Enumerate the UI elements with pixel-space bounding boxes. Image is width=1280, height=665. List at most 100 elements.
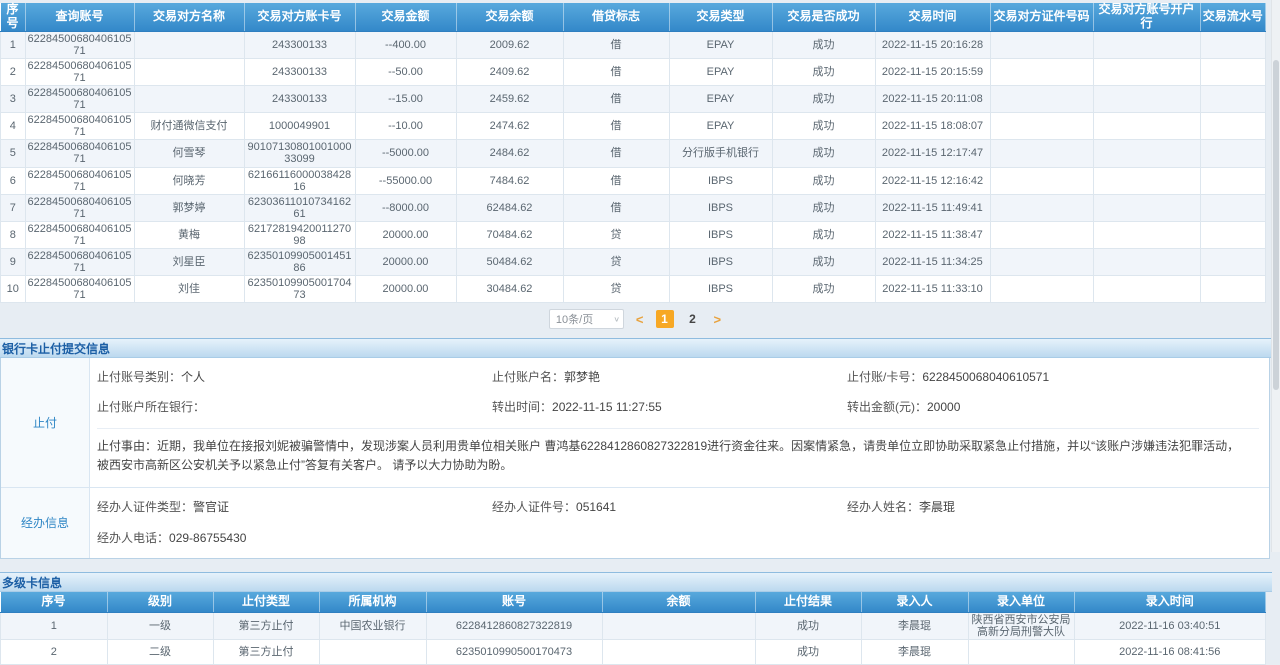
table-row: 46228450068040610571财付通微信支付1000049901--1… <box>1 113 1266 140</box>
table-cell: 借 <box>563 31 669 58</box>
table-cell: 243300133 <box>244 31 355 58</box>
table-cell: 6230361101073416261 <box>244 194 355 221</box>
agent-info-row: 经办信息 经办人证件类型：警官证 经办人证件号：051641 经办人姓名：李晨琨… <box>1 487 1269 558</box>
column-header: 交易对方名称 <box>134 3 244 31</box>
table-cell: 6216611600003842816 <box>244 167 355 194</box>
table-cell: 刘佳 <box>134 276 244 303</box>
table-cell: 成功 <box>772 31 875 58</box>
table-cell: 6228450068040610571 <box>25 140 134 167</box>
table-cell <box>1200 194 1266 221</box>
table-cell: 6228412860827322819 <box>426 612 602 639</box>
agent-info-content: 经办人证件类型：警官证 经办人证件号：051641 经办人姓名：李晨琨 经办人电… <box>90 488 1269 558</box>
table-cell <box>1200 249 1266 276</box>
transactions-table: 序号查询账号交易对方名称交易对方账卡号交易金额交易余额借贷标志交易类型交易是否成… <box>0 3 1266 303</box>
table-cell: 中国农业银行 <box>319 612 426 639</box>
table-cell: 成功 <box>772 113 875 140</box>
table-cell: 成功 <box>772 140 875 167</box>
table-cell <box>1200 140 1266 167</box>
column-header: 级别 <box>107 592 213 613</box>
page-button-1[interactable]: 1 <box>656 310 674 328</box>
table-cell: 2409.62 <box>456 58 563 85</box>
table-cell <box>1200 276 1266 303</box>
column-header: 查询账号 <box>25 3 134 31</box>
table-cell: 20000.00 <box>355 249 456 276</box>
page: 序号查询账号交易对方名称交易对方账卡号交易金额交易余额借贷标志交易类型交易是否成… <box>0 0 1272 665</box>
table-cell: 30484.62 <box>456 276 563 303</box>
column-header: 账号 <box>426 592 602 613</box>
page-size-select[interactable]: 10条/页 ∨ <box>549 309 624 329</box>
table-cell: IBPS <box>669 167 772 194</box>
transactions-header-row: 序号查询账号交易对方名称交易对方账卡号交易金额交易余额借贷标志交易类型交易是否成… <box>1 3 1266 31</box>
field-transfer-time: 转出时间：2022-11-15 11:27:55 <box>492 398 847 415</box>
column-header: 交易金额 <box>355 3 456 31</box>
vertical-scrollbar[interactable] <box>1271 0 1280 552</box>
table-cell: 1 <box>1 612 108 639</box>
field-cert-no: 经办人证件号：051641 <box>492 498 847 515</box>
column-header: 交易余额 <box>456 3 563 31</box>
table-cell: 2022-11-15 12:17:47 <box>875 140 990 167</box>
table-cell <box>990 249 1093 276</box>
table-cell: EPAY <box>669 31 772 58</box>
table-cell: 借 <box>563 113 669 140</box>
table-cell <box>990 194 1093 221</box>
next-page-button[interactable]: > <box>712 312 724 327</box>
table-cell: 2022-11-15 18:08:07 <box>875 113 990 140</box>
table-cell: 6228450068040610571 <box>25 194 134 221</box>
table-cell: --50.00 <box>355 58 456 85</box>
table-cell: 黄梅 <box>134 221 244 248</box>
table-cell: 成功 <box>772 221 875 248</box>
table-cell: 第三方止付 <box>213 612 319 639</box>
table-cell: 2022-11-15 11:34:25 <box>875 249 990 276</box>
table-cell: 贷 <box>563 221 669 248</box>
scrollbar-thumb[interactable] <box>1273 60 1279 390</box>
table-cell: IBPS <box>669 249 772 276</box>
table-cell: 借 <box>563 85 669 112</box>
table-cell: 243300133 <box>244 85 355 112</box>
field-account-type: 止付账号类别：个人 <box>97 368 492 385</box>
table-cell <box>1200 58 1266 85</box>
table-cell: 6235010990500145186 <box>244 249 355 276</box>
table-cell: 50484.62 <box>456 249 563 276</box>
table-cell: 2474.62 <box>456 113 563 140</box>
table-cell: 2022-11-15 11:33:10 <box>875 276 990 303</box>
table-row: 36228450068040610571243300133--15.002459… <box>1 85 1266 112</box>
table-cell: 6235010990500170473 <box>426 639 602 664</box>
table-cell: 财付通微信支付 <box>134 113 244 140</box>
table-cell: 郭梦婷 <box>134 194 244 221</box>
prev-page-button[interactable]: < <box>634 312 646 327</box>
table-cell: 6228450068040610571 <box>25 85 134 112</box>
table-row: 76228450068040610571郭梦婷62303611010734162… <box>1 194 1266 221</box>
table-cell: 成功 <box>772 249 875 276</box>
column-header: 录入人 <box>861 592 968 613</box>
table-cell: 借 <box>563 58 669 85</box>
table-cell: 2022-11-15 20:16:28 <box>875 31 990 58</box>
table-cell <box>134 31 244 58</box>
table-cell <box>134 58 244 85</box>
table-cell: 2022-11-16 08:41:56 <box>1074 639 1266 664</box>
table-row: 2二级第三方止付6235010990500170473成功李晨琨2022-11-… <box>1 639 1266 664</box>
table-cell: 6228450068040610571 <box>25 31 134 58</box>
table-cell: 9 <box>1 249 26 276</box>
table-cell: 70484.62 <box>456 221 563 248</box>
table-cell: 二级 <box>107 639 213 664</box>
table-cell: 20000.00 <box>355 221 456 248</box>
column-header: 序号 <box>1 592 108 613</box>
table-cell: 借 <box>563 140 669 167</box>
table-cell: --400.00 <box>355 31 456 58</box>
table-cell: 2022-11-16 03:40:51 <box>1074 612 1266 639</box>
table-cell: IBPS <box>669 194 772 221</box>
table-cell <box>990 85 1093 112</box>
table-cell: 6228450068040610571 <box>25 249 134 276</box>
field-account-name: 止付账户名：郭梦艳 <box>492 368 847 385</box>
chevron-down-icon: ∨ <box>613 315 620 324</box>
table-cell <box>1093 276 1200 303</box>
table-cell <box>990 58 1093 85</box>
table-cell: 2022-11-15 11:49:41 <box>875 194 990 221</box>
page-button-2[interactable]: 2 <box>684 310 702 328</box>
field-agent-name: 经办人姓名：李晨琨 <box>847 498 1259 515</box>
table-cell: 7 <box>1 194 26 221</box>
table-row: 26228450068040610571243300133--50.002409… <box>1 58 1266 85</box>
table-cell: 借 <box>563 167 669 194</box>
column-header: 序号 <box>1 3 26 31</box>
table-cell: 分行版手机银行 <box>669 140 772 167</box>
